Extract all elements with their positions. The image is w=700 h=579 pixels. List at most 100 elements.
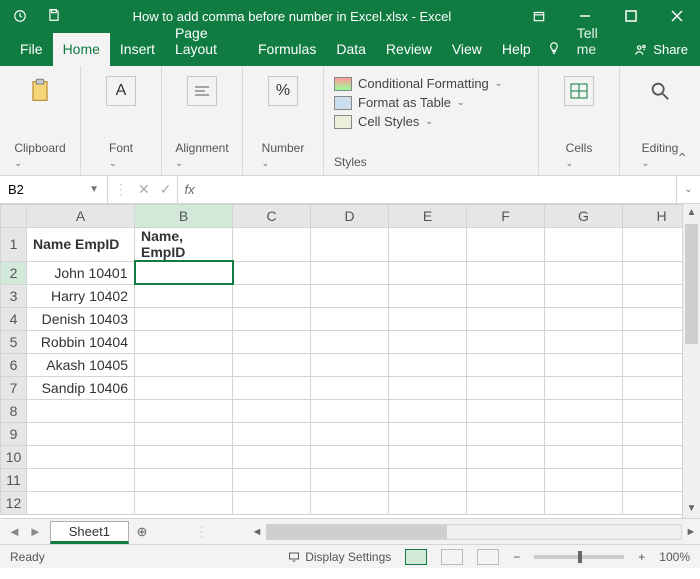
cell[interactable]: [233, 307, 311, 330]
cell[interactable]: Akash 10405: [27, 353, 135, 376]
cell[interactable]: [623, 468, 683, 491]
row-header[interactable]: 1: [1, 228, 27, 262]
view-normal-button[interactable]: [405, 549, 427, 565]
cell[interactable]: [135, 376, 233, 399]
cell[interactable]: [545, 330, 623, 353]
close-button[interactable]: [654, 0, 700, 32]
cell[interactable]: [389, 422, 467, 445]
cell[interactable]: [467, 284, 545, 307]
cell[interactable]: [389, 468, 467, 491]
editing-button[interactable]: [630, 72, 690, 106]
row-header[interactable]: 2: [1, 261, 27, 284]
cell[interactable]: [311, 330, 389, 353]
cell[interactable]: [135, 422, 233, 445]
zoom-out-button[interactable]: −: [513, 550, 520, 564]
cell[interactable]: [623, 307, 683, 330]
name-box-input[interactable]: [8, 182, 78, 197]
cell[interactable]: [389, 261, 467, 284]
row-header[interactable]: 8: [1, 399, 27, 422]
cell[interactable]: [233, 445, 311, 468]
cell[interactable]: [389, 376, 467, 399]
cell[interactable]: [233, 330, 311, 353]
row-header[interactable]: 6: [1, 353, 27, 376]
cell[interactable]: [311, 261, 389, 284]
cell[interactable]: [389, 353, 467, 376]
alignment-button[interactable]: [172, 72, 232, 106]
scroll-right-icon[interactable]: ►: [682, 526, 700, 538]
sheet-prev-icon[interactable]: ◄: [8, 524, 21, 539]
cell[interactable]: [545, 468, 623, 491]
cell[interactable]: [27, 422, 135, 445]
cell[interactable]: [311, 307, 389, 330]
cell[interactable]: [545, 228, 623, 262]
cell[interactable]: [389, 491, 467, 514]
cell[interactable]: [311, 284, 389, 307]
cell[interactable]: [623, 376, 683, 399]
row-header[interactable]: 10: [1, 445, 27, 468]
cell[interactable]: [135, 307, 233, 330]
cell[interactable]: Name EmpID: [27, 228, 135, 262]
name-box[interactable]: ▼: [0, 176, 108, 203]
cell[interactable]: [623, 261, 683, 284]
cell[interactable]: Harry 10402: [27, 284, 135, 307]
tab-help[interactable]: Help: [492, 33, 541, 66]
collapse-ribbon-icon[interactable]: ⌃: [676, 150, 688, 167]
row-header[interactable]: 4: [1, 307, 27, 330]
cell[interactable]: Denish 10403: [27, 307, 135, 330]
cell[interactable]: [545, 399, 623, 422]
cell[interactable]: [389, 307, 467, 330]
tab-view[interactable]: View: [442, 33, 492, 66]
add-sheet-button[interactable]: ⊕: [129, 519, 155, 544]
row-header[interactable]: 3: [1, 284, 27, 307]
cell[interactable]: [467, 228, 545, 262]
cell[interactable]: Robbin 10404: [27, 330, 135, 353]
save-icon[interactable]: [40, 8, 68, 25]
cell[interactable]: [467, 330, 545, 353]
cell[interactable]: [311, 228, 389, 262]
conditional-formatting-button[interactable]: Conditional Formatting ⌄: [334, 76, 528, 91]
zoom-in-button[interactable]: +: [638, 550, 645, 564]
cell[interactable]: [623, 353, 683, 376]
cell-styles-button[interactable]: Cell Styles ⌄: [334, 114, 528, 129]
cell[interactable]: [545, 376, 623, 399]
cell[interactable]: [623, 284, 683, 307]
cell[interactable]: [311, 399, 389, 422]
col-header[interactable]: B: [135, 205, 233, 228]
cell[interactable]: [389, 284, 467, 307]
share-button[interactable]: Share: [622, 34, 700, 66]
cell[interactable]: [27, 468, 135, 491]
cell[interactable]: [545, 284, 623, 307]
cell[interactable]: [135, 284, 233, 307]
cell[interactable]: [233, 376, 311, 399]
cell[interactable]: [233, 422, 311, 445]
zoom-slider[interactable]: [534, 555, 624, 559]
enter-icon[interactable]: ✓: [160, 181, 172, 198]
scroll-up-icon[interactable]: ▲: [683, 204, 700, 222]
cell[interactable]: [27, 491, 135, 514]
row-header[interactable]: 7: [1, 376, 27, 399]
col-header[interactable]: C: [233, 205, 311, 228]
sheet-tab[interactable]: Sheet1: [50, 521, 129, 544]
cell[interactable]: [135, 468, 233, 491]
row-header[interactable]: 9: [1, 422, 27, 445]
cell[interactable]: [467, 491, 545, 514]
cell[interactable]: [467, 399, 545, 422]
cell[interactable]: [467, 422, 545, 445]
tab-home[interactable]: Home: [53, 33, 110, 66]
cell[interactable]: [545, 307, 623, 330]
cell[interactable]: [135, 353, 233, 376]
col-header[interactable]: F: [467, 205, 545, 228]
select-all-corner[interactable]: [1, 205, 27, 228]
expand-formula-bar-icon[interactable]: ⌄: [676, 176, 700, 203]
vertical-scrollbar[interactable]: ▲▼: [682, 204, 700, 518]
cell[interactable]: [311, 468, 389, 491]
tab-data[interactable]: Data: [326, 33, 376, 66]
cell[interactable]: [467, 353, 545, 376]
cell[interactable]: [233, 468, 311, 491]
scroll-down-icon[interactable]: ▼: [683, 500, 700, 518]
row-header[interactable]: 11: [1, 468, 27, 491]
col-header[interactable]: D: [311, 205, 389, 228]
display-settings-button[interactable]: Display Settings: [287, 550, 391, 564]
cell[interactable]: [623, 422, 683, 445]
scroll-thumb[interactable]: [685, 224, 698, 344]
